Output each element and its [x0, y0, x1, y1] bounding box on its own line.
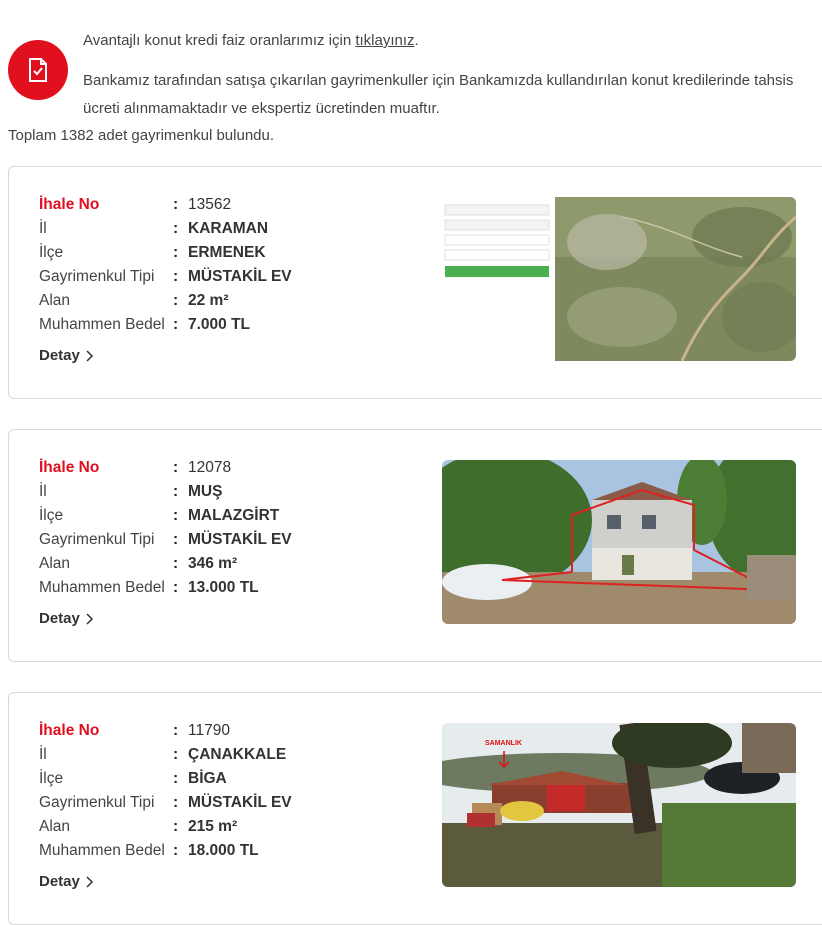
il-value: KARAMAN: [188, 220, 269, 237]
colon: :: [173, 531, 179, 548]
bedel-label: Muhammen Bedel: [39, 579, 165, 596]
detail-link[interactable]: Detay: [39, 610, 94, 627]
ilce-value: MALAZGİRT: [188, 507, 280, 524]
tip-value: MÜSTAKİL EV: [188, 268, 292, 285]
bedel-value: 7.000 TL: [188, 316, 251, 333]
chevron-right-icon: [86, 612, 93, 625]
colon: :: [173, 196, 179, 213]
colon: :: [173, 770, 179, 787]
detail-label: Detay: [39, 610, 80, 627]
ilce-value: BİGA: [188, 770, 227, 787]
tip-value: MÜSTAKİL EV: [188, 794, 292, 811]
result-count: Toplam 1382 adet gayrimenkul bulundu.: [8, 127, 275, 144]
ilce-label: İlçe: [39, 507, 64, 524]
bedel-label: Muhammen Bedel: [39, 842, 165, 859]
colon: :: [173, 842, 179, 859]
document-check-icon: [8, 40, 68, 100]
il-value: MUŞ: [188, 483, 223, 500]
alan-label: Alan: [39, 818, 71, 835]
bedel-label: Muhammen Bedel: [39, 316, 165, 333]
loan-rate-notice: Avantajlı konut kredi faiz oranlarımız i…: [83, 27, 419, 55]
chevron-right-icon: [86, 875, 93, 888]
alan-value: 215 m²: [188, 818, 238, 835]
il-label: İl: [39, 220, 47, 237]
colon: :: [173, 292, 179, 309]
ihale-no-value: 13562: [188, 196, 232, 213]
bedel-value: 13.000 TL: [188, 579, 259, 596]
colon: :: [173, 722, 179, 739]
tip-label: Gayrimenkul Tipi: [39, 531, 155, 548]
ilce-label: İlçe: [39, 770, 64, 787]
chevron-right-icon: [86, 349, 93, 362]
ilce-value: ERMENEK: [188, 244, 266, 261]
detail-label: Detay: [39, 347, 80, 364]
il-value: ÇANAKKALE: [188, 746, 287, 763]
colon: :: [173, 316, 179, 333]
satellite-map-photo[interactable]: [442, 197, 796, 361]
il-label: İl: [39, 746, 47, 763]
colon: :: [173, 268, 179, 285]
colon: :: [173, 459, 179, 476]
colon: :: [173, 818, 179, 835]
alan-value: 346 m²: [188, 555, 238, 572]
alan-label: Alan: [39, 555, 71, 572]
colon: :: [173, 579, 179, 596]
listing-card: İhale No:13562 İl: KARAMAN İlçe: ERMENEK G…: [8, 166, 822, 399]
notice-suffix: .: [414, 32, 419, 49]
listing-card: İhale No:12078 İl: MUŞ İlçe: MALAZGİRT Gay…: [8, 429, 822, 662]
tip-label: Gayrimenkul Tipi: [39, 794, 155, 811]
house-photo[interactable]: [442, 460, 796, 624]
alan-value: 22 m²: [188, 292, 229, 309]
colon: :: [173, 507, 179, 524]
ihale-no-value: 12078: [188, 459, 232, 476]
barn-photo[interactable]: SAMANLIK: [442, 723, 796, 887]
ilce-label: İlçe: [39, 244, 64, 261]
ihale-no-label: İhale No: [39, 196, 100, 213]
colon: :: [173, 220, 179, 237]
colon: :: [173, 746, 179, 763]
photo-caption: SAMANLIK: [485, 740, 522, 747]
ihale-no-value: 11790: [188, 722, 230, 739]
bedel-value: 18.000 TL: [188, 842, 259, 859]
colon: :: [173, 794, 179, 811]
alan-label: Alan: [39, 292, 71, 309]
tip-value: MÜSTAKİL EV: [188, 531, 292, 548]
fee-notice: Bankamız tarafından satışa çıkarılan gay…: [83, 72, 794, 117]
colon: :: [173, 483, 179, 500]
notice-text: Avantajlı konut kredi faiz oranlarımız i…: [83, 32, 356, 49]
rates-link[interactable]: tıklayınız: [355, 32, 414, 49]
listing-card: İhale No:11790 İl: ÇANAKKALE İlçe: BİGA Ga…: [8, 692, 822, 925]
detail-label: Detay: [39, 873, 80, 890]
tip-label: Gayrimenkul Tipi: [39, 268, 155, 285]
detail-link[interactable]: Detay: [39, 347, 94, 364]
detail-link[interactable]: Detay: [39, 873, 94, 890]
ihale-no-label: İhale No: [39, 459, 100, 476]
il-label: İl: [39, 483, 47, 500]
ihale-no-label: İhale No: [39, 722, 100, 739]
colon: :: [173, 244, 179, 261]
colon: :: [173, 555, 179, 572]
